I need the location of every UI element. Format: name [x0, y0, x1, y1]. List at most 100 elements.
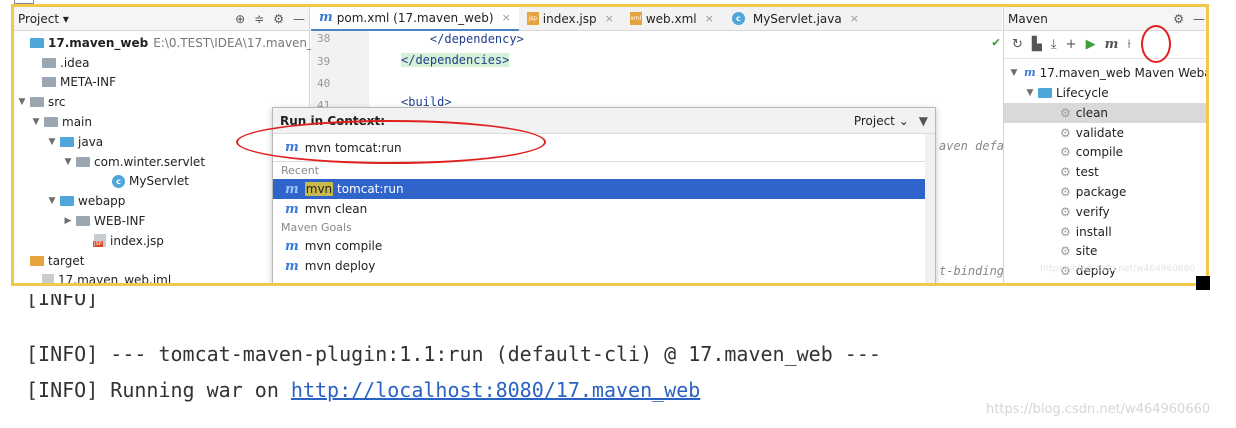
close-icon[interactable]: ×: [705, 12, 714, 25]
line-number: 40: [317, 77, 331, 90]
lifecycle-folder-icon: [1038, 87, 1052, 98]
hide-icon[interactable]: —: [1193, 12, 1205, 26]
lifecycle-phase-verify[interactable]: ⚙ verify: [1060, 202, 1110, 222]
tree-item-label: .idea: [60, 55, 90, 70]
lifecycle-phase-compile[interactable]: ⚙ compile: [1060, 143, 1123, 163]
code-line: </dependencies>: [401, 53, 510, 67]
maven-panel: Maven ⚙ — ↻ ▙ ⤓ + ▶ m ⟊ ▼ m 17.maven_web M…: [1003, 7, 1206, 283]
tree-item-label: target: [48, 253, 85, 268]
tree-item[interactable]: 17.maven_web E:\0.TEST\IDEA\17.maven_web: [16, 33, 338, 53]
chevron-down-icon[interactable]: ▼: [30, 117, 42, 127]
chevron-down-icon[interactable]: ▼: [1008, 68, 1020, 78]
tree-item-label: webapp: [78, 194, 126, 209]
lifecycle-phase-validate[interactable]: ⚙ validate: [1060, 123, 1124, 143]
tree-item-label: WEB-INF: [94, 214, 146, 229]
collapse-all-icon[interactable]: ≑: [254, 12, 264, 26]
xml-file-icon: xml: [629, 12, 642, 25]
maven-icon: m: [285, 201, 299, 217]
lifecycle-phase-clean[interactable]: ⚙ clean: [1004, 103, 1206, 123]
ide-window-frame: Project ▾ ⊕ ≑ ⚙ — 17.maven_web E:\0.TEST\…: [11, 4, 1209, 286]
recent-item-clean[interactable]: m mvn clean: [273, 199, 935, 219]
generate-sources-icon[interactable]: ▙: [1032, 37, 1042, 52]
tree-item[interactable]: 17.maven_web.iml: [28, 271, 171, 283]
module-folder-icon: [30, 37, 44, 48]
download-icon[interactable]: ⤓: [1051, 37, 1057, 52]
add-icon[interactable]: +: [1066, 37, 1077, 52]
gear-icon: ⚙: [1060, 105, 1071, 120]
tree-item-label: src: [48, 95, 66, 110]
gear-icon[interactable]: ⚙: [1173, 12, 1184, 26]
lifecycle-phase-install[interactable]: ⚙ install: [1060, 222, 1112, 242]
tree-item[interactable]: index.jsp: [80, 231, 164, 251]
phase-label: install: [1075, 224, 1112, 239]
jsp-file-icon: [93, 234, 106, 248]
popup-scrollbar[interactable]: [925, 134, 935, 283]
excluded-folder-icon: [30, 255, 44, 266]
maven-project-node[interactable]: ▼ m 17.maven_web Maven Webap: [1008, 63, 1206, 83]
line-number: 39: [317, 55, 331, 68]
folder-icon: [42, 57, 56, 68]
chevron-right-icon[interactable]: ▶: [62, 216, 74, 226]
tree-item-label: main: [62, 115, 92, 130]
gear-icon: ⚙: [1060, 165, 1071, 180]
gear-icon[interactable]: ⚙: [273, 12, 284, 26]
editor-tabs: m pom.xml (17.maven_web) × jsp index.jsp…: [311, 7, 1002, 31]
filter-icon[interactable]: ▼: [919, 114, 928, 128]
tree-item-label: java: [78, 134, 104, 149]
tab-index-jsp[interactable]: jsp index.jsp ×: [519, 7, 622, 31]
tree-item[interactable]: c MyServlet: [98, 172, 189, 192]
tree-item[interactable]: ▼ src: [16, 92, 66, 112]
tree-item[interactable]: ▼ main: [30, 112, 92, 132]
tab-pom-xml[interactable]: m pom.xml (17.maven_web) ×: [311, 7, 519, 31]
goal-item-compile[interactable]: m mvn compile: [273, 236, 935, 256]
goal-item-deploy[interactable]: m mvn deploy: [273, 256, 935, 276]
item-label: tomcat:run: [333, 182, 404, 196]
tree-item[interactable]: target: [16, 251, 85, 271]
maven-project-icon: m: [1024, 66, 1036, 80]
run-icon[interactable]: ▶: [1086, 37, 1096, 52]
tree-item[interactable]: ▼ java: [46, 132, 104, 152]
maven-icon: m: [319, 10, 333, 25]
tree-item[interactable]: ▼ webapp: [46, 191, 126, 211]
tab-label: web.xml: [645, 11, 697, 26]
lifecycle-phase-site[interactable]: ⚙ site: [1060, 242, 1097, 262]
tree-item[interactable]: .idea: [28, 53, 90, 73]
close-icon[interactable]: ×: [605, 12, 614, 25]
chevron-down-icon[interactable]: ▼: [62, 157, 74, 167]
jsp-file-icon: jsp: [526, 12, 539, 25]
hide-icon[interactable]: —: [293, 12, 305, 26]
maven-panel-header: Maven ⚙ —: [1004, 7, 1206, 31]
close-icon[interactable]: ×: [502, 11, 511, 24]
annotation-ellipse: [236, 120, 546, 164]
lifecycle-node[interactable]: ▼ Lifecycle: [1024, 83, 1109, 103]
item-label: mvn clean: [304, 202, 368, 216]
match-highlight: mvn: [304, 182, 334, 196]
tab-myservlet-java[interactable]: c MyServlet.java ×: [722, 7, 867, 31]
tree-item[interactable]: ▼ com.winter.servlet: [62, 152, 206, 172]
chevron-down-icon[interactable]: ▼: [16, 97, 28, 107]
tab-label: MyServlet.java: [752, 11, 842, 26]
recent-item-tomcat-run[interactable]: m mvn tomcat:run: [273, 179, 935, 199]
reload-icon[interactable]: ↻: [1012, 37, 1023, 52]
tab-web-xml[interactable]: xml web.xml ×: [622, 7, 722, 31]
close-icon[interactable]: ×: [850, 12, 859, 25]
maven-toolbar: ↻ ▙ ⤓ + ▶ m ⟊: [1004, 31, 1206, 59]
lifecycle-phase-test[interactable]: ⚙ test: [1060, 162, 1099, 182]
class-icon: c: [112, 174, 125, 188]
chevron-down-icon[interactable]: ▼: [46, 137, 58, 147]
obscured-code-text: t-bindings: [939, 264, 1012, 278]
web-folder-icon: [60, 196, 74, 207]
locate-icon[interactable]: ⊕: [235, 12, 245, 26]
scope-selector[interactable]: Project ⌄: [854, 114, 909, 128]
tree-item[interactable]: META-INF: [28, 73, 116, 93]
localhost-link[interactable]: http://localhost:8080/17.maven_web: [291, 378, 700, 402]
tree-item[interactable]: ▶ WEB-INF: [62, 211, 146, 231]
lifecycle-phase-package[interactable]: ⚙ package: [1060, 182, 1126, 202]
chevron-down-icon[interactable]: ▼: [46, 196, 58, 206]
source-folder-icon: [60, 136, 74, 147]
scope-label: Project: [853, 113, 895, 128]
toggle-skip-tests-icon[interactable]: ⟊: [1127, 37, 1130, 52]
execute-maven-goal-icon[interactable]: m: [1105, 37, 1119, 52]
project-view-selector[interactable]: Project ▾: [18, 12, 235, 26]
chevron-down-icon[interactable]: ▼: [1024, 88, 1036, 98]
